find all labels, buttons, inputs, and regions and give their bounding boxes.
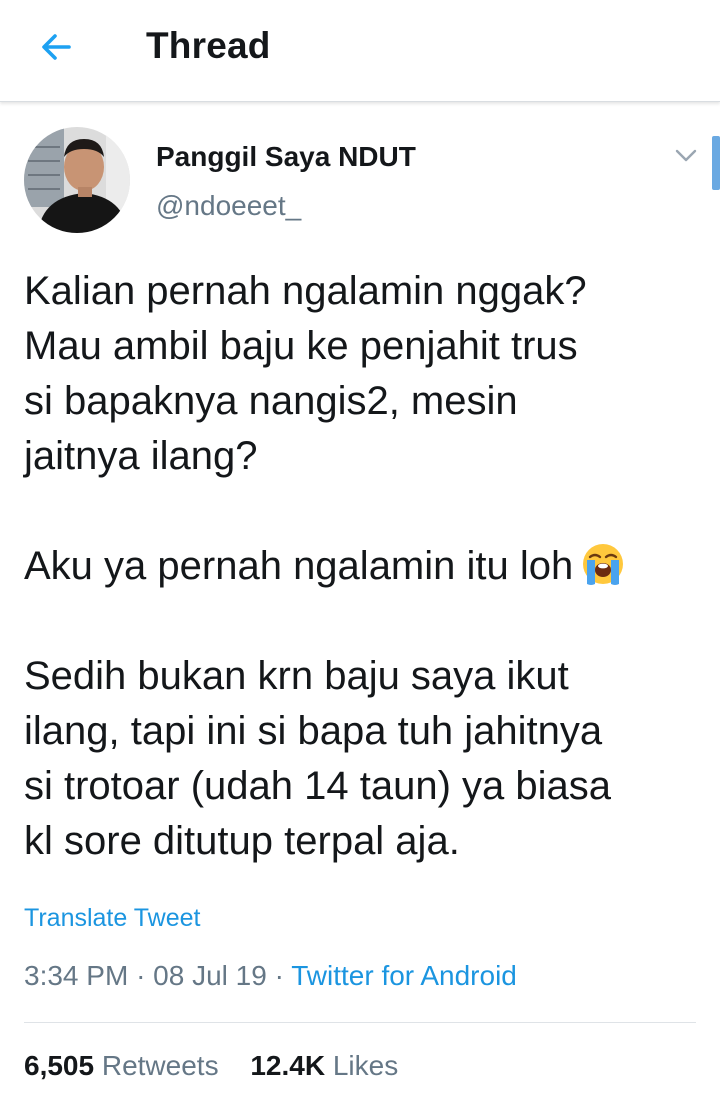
tweet-date: 08 Jul 19	[153, 960, 267, 991]
tweet-text: Kalian pernah ngalamin nggak? Mau ambil …	[24, 264, 704, 869]
tweet-line: Aku ya pernah ngalamin itu loh	[24, 539, 704, 594]
tweet-line: Kalian pernah ngalamin nggak?	[24, 269, 587, 313]
arrow-left-icon	[42, 34, 71, 60]
meta-separator: ·	[136, 960, 146, 991]
meta-separator: ·	[274, 960, 284, 991]
retweets-label: Retweets	[101, 1050, 219, 1081]
avatar[interactable]	[24, 127, 130, 233]
scrollbar-thumb[interactable]	[712, 136, 720, 190]
top-app-bar: Thread	[0, 0, 720, 102]
tweet-line-text: Aku ya pernah ngalamin itu loh	[24, 544, 574, 588]
tweet-line: si bapaknya nangis2, mesin	[24, 379, 518, 423]
translate-tweet-link[interactable]: Translate Tweet	[24, 904, 200, 933]
page-title: Thread	[146, 25, 271, 66]
retweets-count: 6,505	[24, 1050, 95, 1081]
chevron-down-icon	[675, 149, 697, 162]
likes-label: Likes	[332, 1050, 399, 1081]
loudly-crying-face-icon	[583, 544, 624, 586]
author-name[interactable]: Panggil Saya NDUT	[156, 141, 416, 173]
tweet-line: si trotoar (udah 14 taun) ya biasa	[24, 764, 612, 808]
tweet-time: 3:34 PM	[24, 960, 129, 991]
divider	[24, 1022, 696, 1023]
tweet-line: Sedih bukan krn baju saya ikut	[24, 654, 569, 698]
likes-count: 12.4K	[250, 1050, 326, 1081]
tweet-line: Mau ambil baju ke penjahit trus	[24, 324, 578, 368]
tweet-line: jaitnya ilang?	[24, 434, 258, 478]
tweet-meta: 3:34 PM · 08 Jul 19 · Twitter for Androi…	[24, 960, 517, 992]
tweet-line: kl sore ditutup terpal aja.	[24, 819, 460, 863]
author-handle[interactable]: @ndoeeet_	[156, 190, 301, 222]
tweet-stats: 6,505 Retweets 12.4K Likes	[24, 1050, 422, 1082]
tweet-menu-button[interactable]	[672, 143, 700, 169]
back-button[interactable]	[30, 24, 82, 70]
retweets-stat[interactable]: 6,505 Retweets	[24, 1050, 219, 1082]
tweet-line: ilang, tapi ini si bapa tuh jahitnya	[24, 709, 603, 753]
avatar-photo	[24, 127, 130, 233]
tweet-source-link[interactable]: Twitter for Android	[291, 960, 517, 991]
likes-stat[interactable]: 12.4K Likes	[250, 1050, 398, 1082]
